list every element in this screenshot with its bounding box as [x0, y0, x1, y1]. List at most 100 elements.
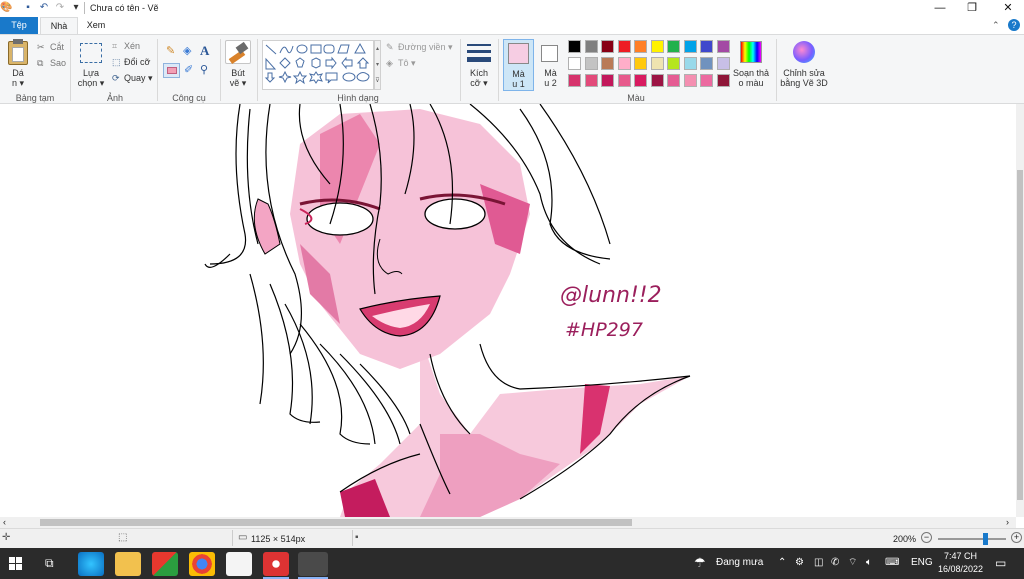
palette-swatch[interactable] [617, 40, 631, 53]
palette-swatch[interactable] [584, 57, 598, 70]
tab-file[interactable]: Tệp [0, 17, 38, 34]
weather-text[interactable]: Đang mưa [716, 557, 763, 569]
eraser-icon[interactable] [163, 63, 180, 78]
fill-icon[interactable]: ◈ [183, 45, 195, 57]
size-icon[interactable] [467, 43, 491, 65]
palette-swatch[interactable] [601, 57, 614, 70]
edge-icon[interactable] [78, 552, 104, 576]
zoom-in-icon[interactable]: + [1011, 532, 1022, 543]
vertical-scroll-thumb[interactable] [1017, 170, 1023, 500]
palette-swatch[interactable] [601, 40, 614, 53]
brush-icon[interactable] [225, 40, 251, 65]
palette-swatch[interactable] [650, 40, 664, 53]
size-dropdown[interactable]: cỡ ▾ [465, 78, 493, 88]
rotate-button[interactable]: Quay ▾ [124, 73, 153, 84]
task-view-icon[interactable]: ⧉ [45, 556, 54, 571]
close-button[interactable]: ✕ [994, 0, 1022, 17]
resize-icon[interactable]: ⬚ [112, 57, 121, 68]
palette-swatch[interactable] [667, 57, 680, 70]
palette-swatch[interactable] [617, 57, 631, 70]
palette-swatch[interactable] [683, 74, 697, 87]
palette-swatch[interactable] [617, 74, 631, 87]
shapes-scroll[interactable]: ▴ ▾ ⊽ [374, 40, 381, 90]
chrome-profile-icon[interactable] [263, 552, 289, 576]
palette-swatch[interactable] [650, 74, 664, 87]
redo-icon[interactable]: ↷ [54, 2, 66, 14]
color1-button[interactable]: Mà u 1 [503, 39, 534, 91]
paint3d-label-2[interactable]: bằng Vẽ 3D [778, 78, 830, 88]
palette-swatch[interactable] [716, 40, 730, 53]
copy-button[interactable]: Sao [50, 58, 66, 69]
notifications-icon[interactable]: ▭ [995, 557, 1006, 569]
vertical-scrollbar[interactable] [1016, 104, 1024, 517]
file-explorer-icon[interactable] [115, 552, 141, 576]
cut-icon[interactable]: ✂ [37, 42, 45, 53]
fill-dropdown[interactable]: Tô ▾ [398, 58, 416, 69]
palette-swatch[interactable] [700, 74, 713, 87]
volume-icon[interactable]: 🔈︎ [866, 557, 872, 569]
tray-icon-2[interactable]: ◫ [814, 557, 823, 569]
select-dropdown[interactable]: chọn ▾ [76, 78, 106, 88]
palette-swatch[interactable] [568, 40, 581, 53]
wifi-icon[interactable]: ⌔ [848, 557, 857, 569]
resize-button[interactable]: Đổi cỡ [124, 57, 150, 68]
palette-swatch[interactable] [716, 74, 730, 87]
edit-colors-icon[interactable] [740, 41, 762, 63]
tray-icon-3[interactable]: ✆ [831, 557, 839, 569]
weather-icon[interactable]: ☂ [694, 556, 706, 569]
palette-swatch[interactable] [568, 57, 581, 70]
palette-swatch[interactable] [683, 40, 697, 53]
palette-swatch[interactable] [601, 74, 614, 87]
scroll-left-icon[interactable]: ‹ [3, 518, 6, 527]
select-label[interactable]: Lựa [76, 68, 106, 78]
select-icon[interactable] [80, 43, 102, 63]
palette-swatch[interactable] [700, 57, 713, 70]
copy-icon[interactable]: ⧉ [37, 58, 43, 69]
palette-swatch[interactable] [667, 74, 680, 87]
clock-time[interactable]: 7:47 CH [944, 551, 977, 561]
paint-taskbar-icon[interactable] [298, 552, 328, 576]
zoom-slider-thumb[interactable] [983, 533, 989, 545]
crop-button[interactable]: Xén [124, 41, 140, 52]
palette-swatch[interactable] [584, 74, 598, 87]
palette-swatch[interactable] [634, 40, 647, 53]
fill-shape-icon[interactable]: ◈ [386, 58, 393, 69]
help-icon[interactable]: ? [1008, 19, 1020, 31]
app-icon-2[interactable] [226, 552, 252, 576]
keyboard-icon[interactable]: ⌨ [885, 557, 899, 569]
color-picker-icon[interactable]: ✐ [184, 64, 196, 76]
start-icon[interactable] [9, 557, 23, 571]
palette-swatch[interactable] [634, 57, 647, 70]
shapes-gallery-icons[interactable] [263, 41, 375, 91]
palette-swatch[interactable] [683, 57, 697, 70]
palette-swatch[interactable] [568, 74, 581, 87]
tab-view[interactable]: Xem [80, 17, 112, 34]
horizontal-scroll-thumb[interactable] [40, 519, 632, 526]
magnifier-icon[interactable]: ⚲ [200, 64, 212, 76]
outline-icon[interactable]: ✎ [386, 42, 394, 53]
language-indicator[interactable]: ENG [911, 557, 933, 569]
undo-icon[interactable]: ↶ [38, 2, 50, 14]
palette-swatch[interactable] [634, 74, 647, 87]
palette-swatch[interactable] [667, 40, 680, 53]
save-icon[interactable]: ▪ [22, 2, 34, 14]
edit-colors-label-2[interactable]: o màu [730, 78, 772, 88]
outline-dropdown[interactable]: Đường viền ▾ [398, 42, 452, 53]
horizontal-scrollbar[interactable]: ‹ › [0, 517, 1016, 528]
zoom-out-icon[interactable]: − [921, 532, 932, 543]
app-icon[interactable] [152, 552, 178, 576]
brushes-label[interactable]: Bút [225, 68, 251, 78]
text-icon[interactable]: A [200, 43, 212, 58]
palette-swatch[interactable] [650, 57, 664, 70]
palette-swatch[interactable] [584, 40, 598, 53]
size-label[interactable]: Kích [465, 68, 493, 78]
customize-toolbar-icon[interactable]: ▾ [70, 2, 82, 14]
scroll-right-icon[interactable]: › [1006, 518, 1009, 527]
tab-home[interactable]: Nhà [40, 17, 78, 34]
show-hidden-icons-icon[interactable]: ⌃ [778, 557, 786, 569]
canvas-area[interactable]: @lunn!!2 #HP297 [0, 104, 1016, 517]
rotate-icon[interactable]: ⟳ [112, 73, 120, 84]
palette-swatch[interactable] [700, 40, 713, 53]
collapse-ribbon-icon[interactable]: ⌃ [992, 20, 1000, 31]
paste-dropdown[interactable]: n ▾ [8, 78, 28, 88]
